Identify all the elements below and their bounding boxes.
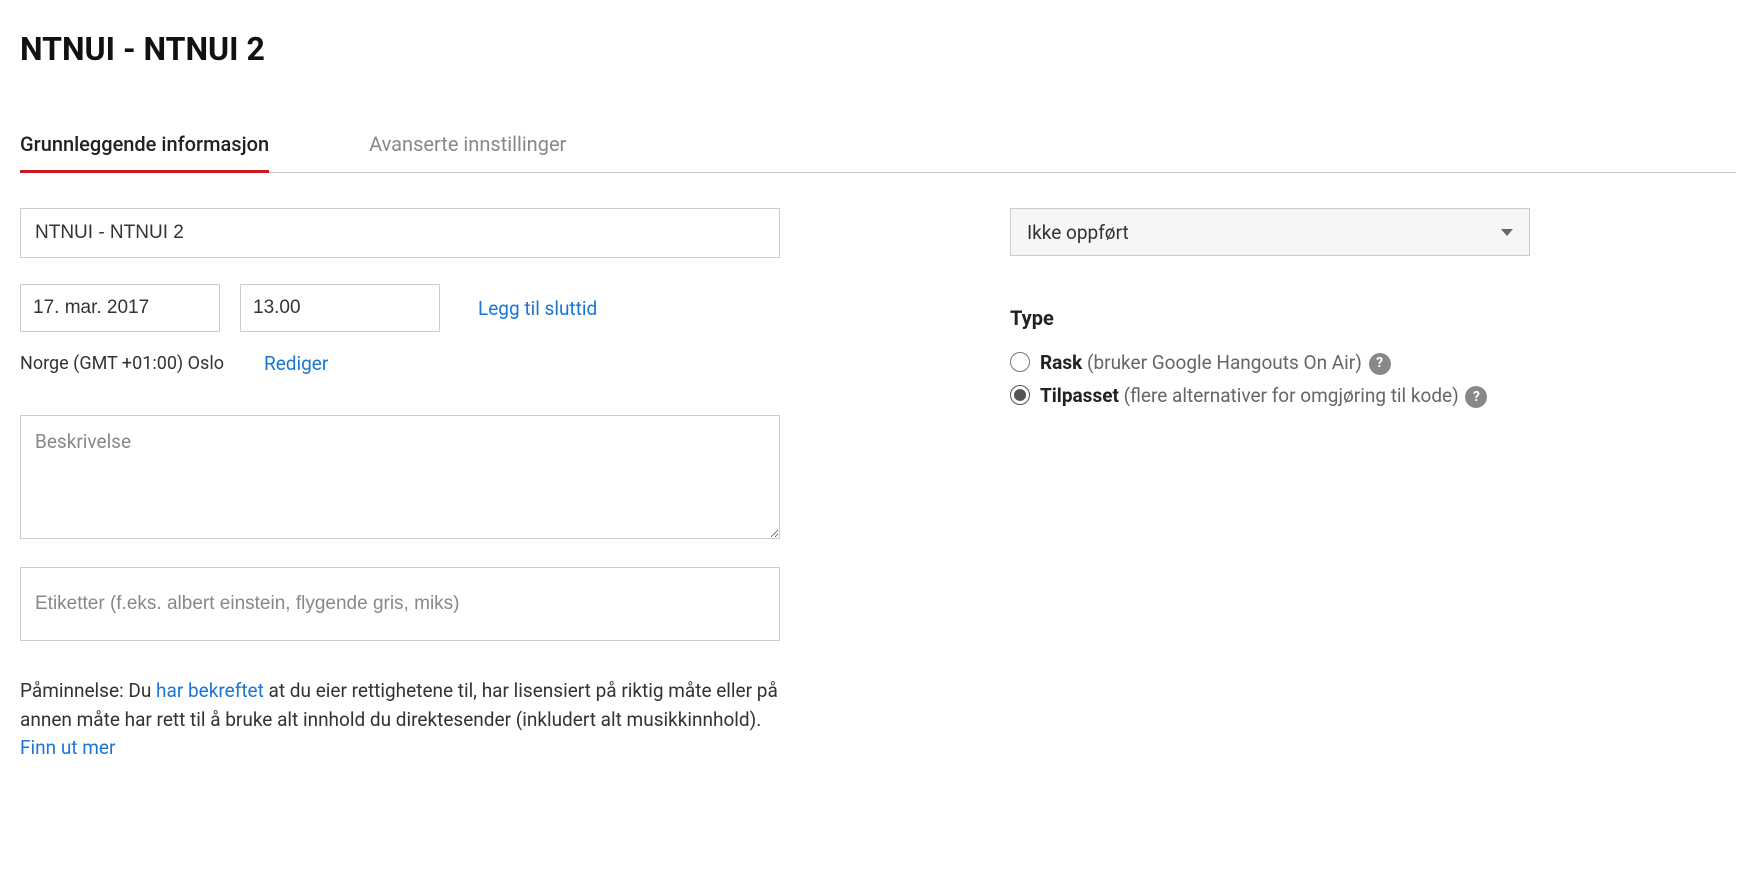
date-input[interactable]	[20, 284, 220, 332]
type-option-quick[interactable]: Rask (bruker Google Hangouts On Air) ?	[1010, 348, 1530, 377]
chevron-down-icon	[1501, 229, 1513, 236]
tabs: Grunnleggende informasjon Avanserte inns…	[20, 118, 1736, 173]
title-input[interactable]	[20, 208, 780, 258]
left-column: Legg til sluttid Norge (GMT +01:00) Oslo…	[20, 208, 780, 763]
tab-basic-info[interactable]: Grunnleggende informasjon	[20, 118, 269, 173]
confirmed-link[interactable]: har bekreftet	[156, 679, 264, 702]
radio-custom-rest: (flere alternativer for omgjøring til ko…	[1119, 384, 1464, 407]
radio-quick-bold: Rask	[1040, 351, 1082, 374]
radio-custom-label: Tilpasset (flere alternativer for omgjør…	[1040, 381, 1487, 410]
radio-custom-bold: Tilpasset	[1040, 384, 1119, 407]
reminder-prefix: Påminnelse: Du	[20, 679, 156, 702]
radio-quick[interactable]	[1010, 352, 1030, 372]
tab-advanced-settings[interactable]: Avanserte innstillinger	[369, 118, 566, 173]
timezone-row: Norge (GMT +01:00) Oslo Rediger	[20, 352, 780, 375]
type-option-custom[interactable]: Tilpasset (flere alternativer for omgjør…	[1010, 381, 1530, 410]
radio-custom[interactable]	[1010, 385, 1030, 405]
privacy-selected-label: Ikke oppført	[1027, 221, 1129, 244]
reminder-text: Påminnelse: Du har bekreftet at du eier …	[20, 677, 780, 763]
help-icon[interactable]: ?	[1369, 353, 1391, 375]
page-title: NTNUI - NTNUI 2	[20, 30, 1736, 68]
add-end-time-link[interactable]: Legg til sluttid	[478, 297, 597, 320]
type-heading: Type	[1010, 306, 1530, 330]
edit-timezone-link[interactable]: Rediger	[264, 352, 328, 375]
learn-more-link[interactable]: Finn ut mer	[20, 736, 115, 759]
datetime-row: Legg til sluttid	[20, 284, 780, 332]
time-input[interactable]	[240, 284, 440, 332]
radio-quick-label: Rask (bruker Google Hangouts On Air) ?	[1040, 348, 1391, 377]
help-icon[interactable]: ?	[1465, 386, 1487, 408]
right-column: Ikke oppført Type Rask (bruker Google Ha…	[1010, 208, 1530, 763]
description-textarea[interactable]	[20, 415, 780, 539]
privacy-dropdown[interactable]: Ikke oppført	[1010, 208, 1530, 256]
timezone-label: Norge (GMT +01:00) Oslo	[20, 353, 224, 374]
radio-quick-rest: (bruker Google Hangouts On Air)	[1082, 351, 1366, 374]
tags-input[interactable]	[20, 567, 780, 641]
